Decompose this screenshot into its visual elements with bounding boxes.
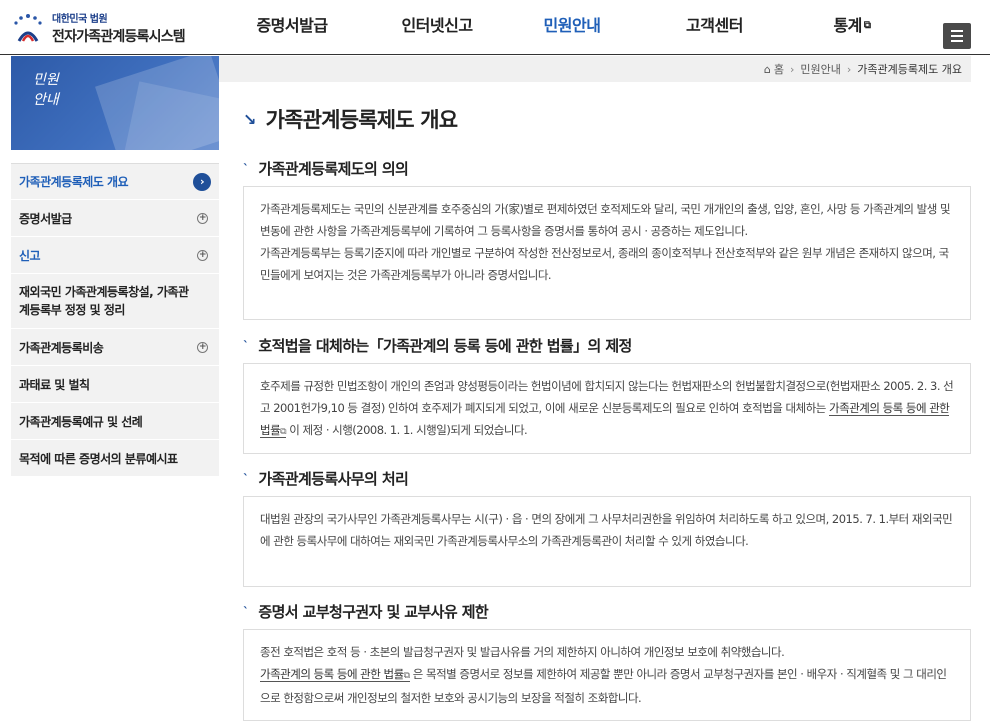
sidebar-item-report[interactable]: 신고 + — [11, 237, 219, 274]
header: 대한민국 법원 전자가족관계등록시스템 증명서발급 인터넷신고 민원안내 고객센… — [0, 0, 990, 55]
section-body-processing: 대법원 관장의 국가사무인 가족관계등록사무는 시(구) · 읍 · 면의 장에… — [243, 496, 971, 587]
sidebar-item-overseas-registration[interactable]: 재외국민 가족관계등록창설, 가족관계등록부 정정 및 정리 — [11, 274, 219, 329]
external-link-icon: ⧉ — [863, 20, 871, 31]
section-heading-enactment: ` 호적법을 대체하는「가족관계의 등록 등에 관한 법률」의 제정 — [243, 337, 632, 355]
sidebar-item-rules-precedents[interactable]: 가족관계등록예규 및 선례 — [11, 403, 219, 440]
paragraph: 가족관계등록제도는 국민의 신분관계를 호주중심의 가(家)별로 편제하였던 호… — [260, 202, 951, 238]
nav-customer-center[interactable]: 고객센터 — [632, 0, 797, 55]
bullet-icon: ` — [243, 604, 249, 619]
sidebar-item-certificate[interactable]: 증명서발급 + — [11, 200, 219, 237]
bullet-icon: ` — [243, 471, 249, 486]
breadcrumb-current: 가족관계등록제도 개요 — [857, 63, 962, 76]
breadcrumb: ⌂ 홈 › 민원안내 › 가족관계등록제도 개요 — [219, 56, 971, 82]
nav-online-report[interactable]: 인터넷신고 — [362, 0, 512, 55]
section-heading-meaning: ` 가족관계등록제도의 의의 — [243, 160, 409, 178]
paragraph: 가족관계의 등록 등에 관한 법률⧉ 은 목적별 증명서로 정보를 제한하여 제… — [260, 667, 947, 705]
section-heading-restriction: ` 증명서 교부청구권자 및 교부사유 제한 — [243, 603, 489, 621]
nav-statistics[interactable]: 통계 ⧉ — [797, 0, 907, 55]
home-icon: ⌂ — [763, 62, 771, 76]
section-body-meaning: 가족관계등록제도는 국민의 신분관계를 호주중심의 가(家)별로 편제하였던 호… — [243, 186, 971, 320]
bullet-icon: ` — [243, 338, 249, 353]
plus-icon: + — [197, 341, 208, 353]
breadcrumb-home[interactable]: 홈 — [774, 61, 784, 77]
paragraph: 가족관계등록부는 등록기준지에 따라 개인별로 구분하여 작성한 전산정보로서,… — [260, 246, 949, 282]
logo-subtitle: 대한민국 법원 — [52, 14, 108, 25]
sidebar-banner: 민원 안내 — [11, 56, 219, 150]
nav-civil-guide[interactable]: 민원안내 — [512, 0, 632, 55]
external-link-icon: ⧉ — [280, 427, 287, 437]
section-body-enactment: 호주제를 규정한 민법조항이 개인의 존엄과 양성평등이라는 헌법이념에 합치되… — [243, 363, 971, 454]
law-link[interactable]: 가족관계의 등록 등에 관한 법률⧉ — [260, 667, 410, 682]
section-body-restriction: 종전 호적법은 호적 등 · 초본의 발급청구권자 및 발급사유를 거의 제한하… — [243, 629, 971, 721]
breadcrumb-separator: › — [790, 62, 795, 76]
page-title: ↘ 가족관계등록제도 개요 — [243, 108, 458, 132]
site-logo[interactable]: 대한민국 법원 전자가족관계등록시스템 — [10, 10, 186, 46]
main-nav: 증명서발급 인터넷신고 민원안내 고객센터 통계 ⧉ — [222, 0, 907, 55]
chevron-right-icon: › — [193, 172, 211, 191]
breadcrumb-separator: › — [846, 62, 852, 76]
sidebar-item-certificate-examples[interactable]: 목적에 따른 증명서의 분류예시표 — [11, 440, 219, 477]
sidebar-nav: 가족관계등록제도 개요 › 증명서발급 + 신고 + 재외국민 가족관계등록창설… — [11, 163, 219, 477]
sidebar-banner-title: 민원 안내 — [33, 72, 59, 108]
nav-certificate[interactable]: 증명서발급 — [222, 0, 362, 55]
plus-icon: + — [197, 212, 208, 224]
breadcrumb-level1[interactable]: 민원안내 — [800, 61, 840, 77]
logo-title: 전자가족관계등록시스템 — [52, 29, 186, 45]
sidebar-item-penalties[interactable]: 과태료 및 벌칙 — [11, 366, 219, 403]
paragraph: 호주제를 규정한 민법조항이 개인의 존엄과 양성평등이라는 헌법이념에 합치되… — [260, 379, 954, 438]
court-emblem-icon — [10, 11, 46, 45]
title-mark-icon: ↘ — [243, 109, 256, 129]
external-link-icon: ⧉ — [403, 671, 410, 681]
sidebar-item-system-overview[interactable]: 가족관계등록제도 개요 › — [11, 164, 219, 200]
sidebar-item-non-litigation[interactable]: 가족관계등록비송 + — [11, 329, 219, 366]
paragraph: 대법원 관장의 국가사무인 가족관계등록사무는 시(구) · 읍 · 면의 장에… — [260, 512, 953, 548]
bullet-icon: ` — [243, 161, 249, 176]
paragraph: 종전 호적법은 호적 등 · 초본의 발급청구권자 및 발급사유를 거의 제한하… — [260, 645, 785, 659]
plus-icon: + — [197, 249, 208, 261]
hamburger-menu-button[interactable] — [943, 23, 971, 49]
section-heading-processing: ` 가족관계등록사무의 처리 — [243, 470, 409, 488]
